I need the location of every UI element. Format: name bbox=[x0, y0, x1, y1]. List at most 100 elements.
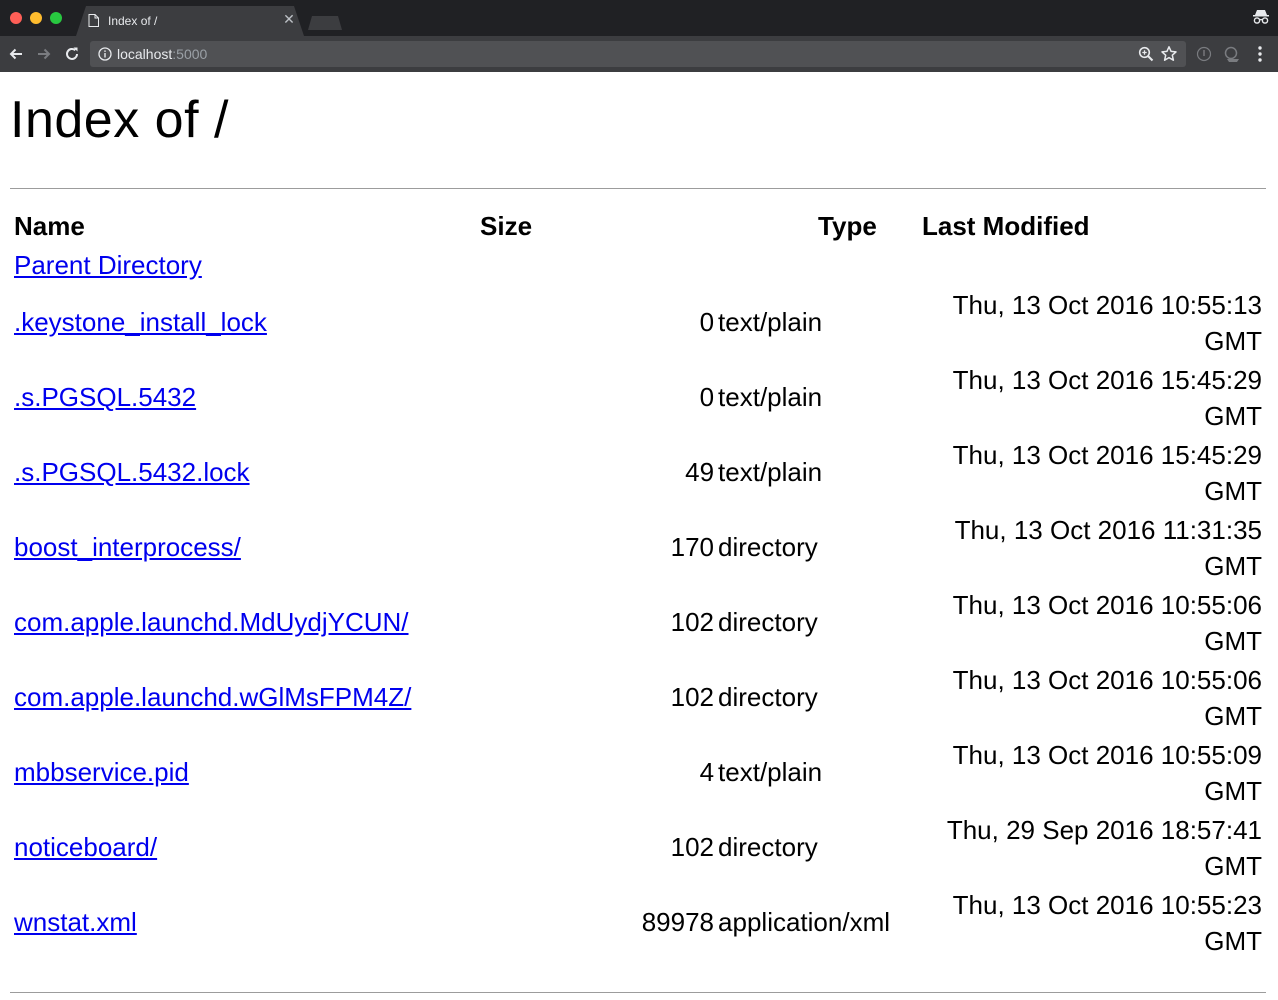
url-port: :5000 bbox=[172, 46, 208, 62]
menu-dots-icon[interactable] bbox=[1254, 44, 1266, 64]
table-row: com.apple.launchd.MdUydjYCUN/102 director… bbox=[14, 586, 1262, 659]
modified-cell: Thu, 13 Oct 2016 15:45:29 GMT bbox=[922, 436, 1262, 509]
forward-arrow-icon[interactable] bbox=[34, 44, 54, 64]
modified-timezone: GMT bbox=[1204, 475, 1262, 506]
size-cell: 49 bbox=[685, 457, 715, 487]
modified-date: Thu, 13 Oct 2016 10:55:06 bbox=[952, 664, 1262, 695]
size-cell: 102 bbox=[670, 682, 715, 712]
file-link[interactable]: noticeboard/ bbox=[14, 832, 157, 862]
window-minimize-button[interactable] bbox=[30, 12, 42, 24]
modified-timezone: GMT bbox=[1204, 400, 1262, 431]
name-cell: noticeboard/ bbox=[14, 811, 476, 884]
modified-date: Thu, 13 Oct 2016 10:55:13 bbox=[952, 289, 1262, 320]
size-cell: 4 bbox=[699, 757, 715, 787]
type-cell: text/plain bbox=[718, 307, 823, 337]
back-arrow-icon[interactable] bbox=[6, 44, 26, 64]
type-cell: text/plain bbox=[718, 457, 823, 487]
name-cell: .s.PGSQL.5432 bbox=[14, 361, 476, 434]
name-cell: com.apple.launchd.wGlMsFPM4Z/ bbox=[14, 661, 476, 734]
name-cell: .keystone_install_lock bbox=[14, 286, 476, 359]
modified-date: Thu, 13 Oct 2016 15:45:29 bbox=[952, 439, 1262, 470]
type-cell: directory bbox=[718, 607, 818, 637]
file-link[interactable]: .s.PGSQL.5432 bbox=[14, 382, 196, 412]
parent-directory-link[interactable]: Parent Directory bbox=[14, 250, 202, 280]
modified-cell: Thu, 13 Oct 2016 10:55:06 GMT bbox=[922, 586, 1262, 659]
url-text: localhost:5000 bbox=[117, 46, 207, 62]
modified-date: Thu, 13 Oct 2016 10:55:06 bbox=[952, 589, 1262, 620]
tab-title: Index of / bbox=[108, 14, 158, 28]
modified-date: Thu, 13 Oct 2016 10:55:23 bbox=[952, 889, 1262, 920]
size-cell: 89978 bbox=[641, 907, 715, 937]
modified-timezone: GMT bbox=[1204, 700, 1262, 731]
modified-timezone: GMT bbox=[1204, 775, 1262, 806]
modified-timezone: GMT bbox=[1204, 850, 1262, 881]
header-last-modified: Last Modified bbox=[922, 210, 1090, 241]
divider-top bbox=[10, 188, 1266, 189]
info-icon[interactable] bbox=[98, 47, 112, 61]
name-cell: .s.PGSQL.5432.lock bbox=[14, 436, 476, 509]
browser-tab-active[interactable]: Index of / ✕ bbox=[76, 6, 304, 36]
name-cell: boost_interprocess/ bbox=[14, 511, 476, 584]
size-cell: 102 bbox=[670, 832, 715, 862]
type-cell: directory bbox=[718, 682, 818, 712]
size-cell: 102 bbox=[670, 607, 715, 637]
file-link[interactable]: com.apple.launchd.wGlMsFPM4Z/ bbox=[14, 682, 411, 712]
modified-cell: Thu, 13 Oct 2016 10:55:13 GMT bbox=[922, 286, 1262, 359]
zoom-icon[interactable] bbox=[1138, 46, 1154, 62]
browser-toolbar: localhost:5000 bbox=[0, 36, 1278, 72]
table-header-row: Name Size Type Last Modified bbox=[14, 208, 1262, 244]
table-row: .keystone_install_lock 0 text/plain Thu, 13… bbox=[14, 286, 1262, 359]
name-cell: com.apple.launchd.MdUydjYCUN/ bbox=[14, 586, 476, 659]
table-row: noticeboard/102 directory Thu, 29 Sep 2016… bbox=[14, 811, 1262, 884]
modified-cell: Thu, 29 Sep 2016 18:57:41 GMT bbox=[922, 811, 1262, 884]
type-cell: directory bbox=[718, 532, 818, 562]
header-name: Name bbox=[14, 210, 85, 241]
modified-date: Thu, 13 Oct 2016 15:45:29 bbox=[952, 364, 1262, 395]
modified-timezone: GMT bbox=[1204, 325, 1262, 356]
document-icon bbox=[88, 14, 99, 27]
address-bar[interactable]: localhost:5000 bbox=[90, 41, 1186, 67]
table-row: boost_interprocess/170 directory Thu, 13 O… bbox=[14, 511, 1262, 584]
modified-cell: Thu, 13 Oct 2016 10:55:09 GMT bbox=[922, 736, 1262, 809]
directory-listing-table: Name Size Type Last Modified Parent Dire… bbox=[10, 206, 1266, 961]
name-cell: mbbservice.pid bbox=[14, 736, 476, 809]
modified-cell: Thu, 13 Oct 2016 10:55:06 GMT bbox=[922, 661, 1262, 734]
file-link[interactable]: .s.PGSQL.5432.lock bbox=[14, 457, 250, 487]
name-cell: wnstat.xml bbox=[14, 886, 476, 959]
modified-timezone: GMT bbox=[1204, 925, 1262, 956]
modified-date: Thu, 13 Oct 2016 10:55:09 bbox=[952, 739, 1262, 770]
size-cell: 0 bbox=[699, 382, 715, 412]
table-row: mbbservice.pid 4 text/plain Thu, 13 Oct 201… bbox=[14, 736, 1262, 809]
file-link[interactable]: .keystone_install_lock bbox=[14, 307, 267, 337]
header-type: Type bbox=[818, 210, 877, 241]
file-link[interactable]: wnstat.xml bbox=[14, 907, 137, 937]
file-link[interactable]: com.apple.launchd.MdUydjYCUN/ bbox=[14, 607, 409, 637]
size-cell: 170 bbox=[670, 532, 715, 562]
size-cell: 0 bbox=[699, 307, 715, 337]
new-tab-button[interactable] bbox=[308, 16, 342, 30]
modified-cell: Thu, 13 Oct 2016 10:55:23 GMT bbox=[922, 886, 1262, 959]
type-cell: text/plain bbox=[718, 382, 823, 412]
url-host: localhost bbox=[117, 46, 173, 62]
file-link[interactable]: boost_interprocess/ bbox=[14, 532, 241, 562]
file-link[interactable]: mbbservice.pid bbox=[14, 757, 189, 787]
table-row: .s.PGSQL.5432.lock 49 text/plain Thu, 13 Oc… bbox=[14, 436, 1262, 509]
incognito-icon bbox=[1253, 10, 1269, 24]
tab-close-icon[interactable]: ✕ bbox=[282, 12, 296, 26]
page-content: Index of / Name Size Type Last Modified … bbox=[0, 72, 1278, 1000]
modified-cell: Thu, 13 Oct 2016 11:31:35 GMT bbox=[922, 511, 1262, 584]
modified-timezone: GMT bbox=[1204, 550, 1262, 581]
type-cell: text/plain bbox=[718, 757, 823, 787]
reload-icon[interactable] bbox=[62, 44, 82, 64]
table-row: com.apple.launchd.wGlMsFPM4Z/102 director… bbox=[14, 661, 1262, 734]
extension-icon-2[interactable] bbox=[1222, 44, 1242, 64]
divider-bottom bbox=[10, 992, 1266, 993]
window-maximize-button[interactable] bbox=[50, 12, 62, 24]
window-close-button[interactable] bbox=[10, 12, 22, 24]
header-size: Size bbox=[480, 210, 533, 241]
extension-icon[interactable] bbox=[1196, 46, 1212, 62]
type-cell: directory bbox=[718, 832, 818, 862]
modified-date: Thu, 13 Oct 2016 11:31:35 bbox=[954, 514, 1262, 545]
bookmark-star-icon[interactable] bbox=[1160, 45, 1178, 63]
page-title: Index of / bbox=[10, 91, 229, 149]
